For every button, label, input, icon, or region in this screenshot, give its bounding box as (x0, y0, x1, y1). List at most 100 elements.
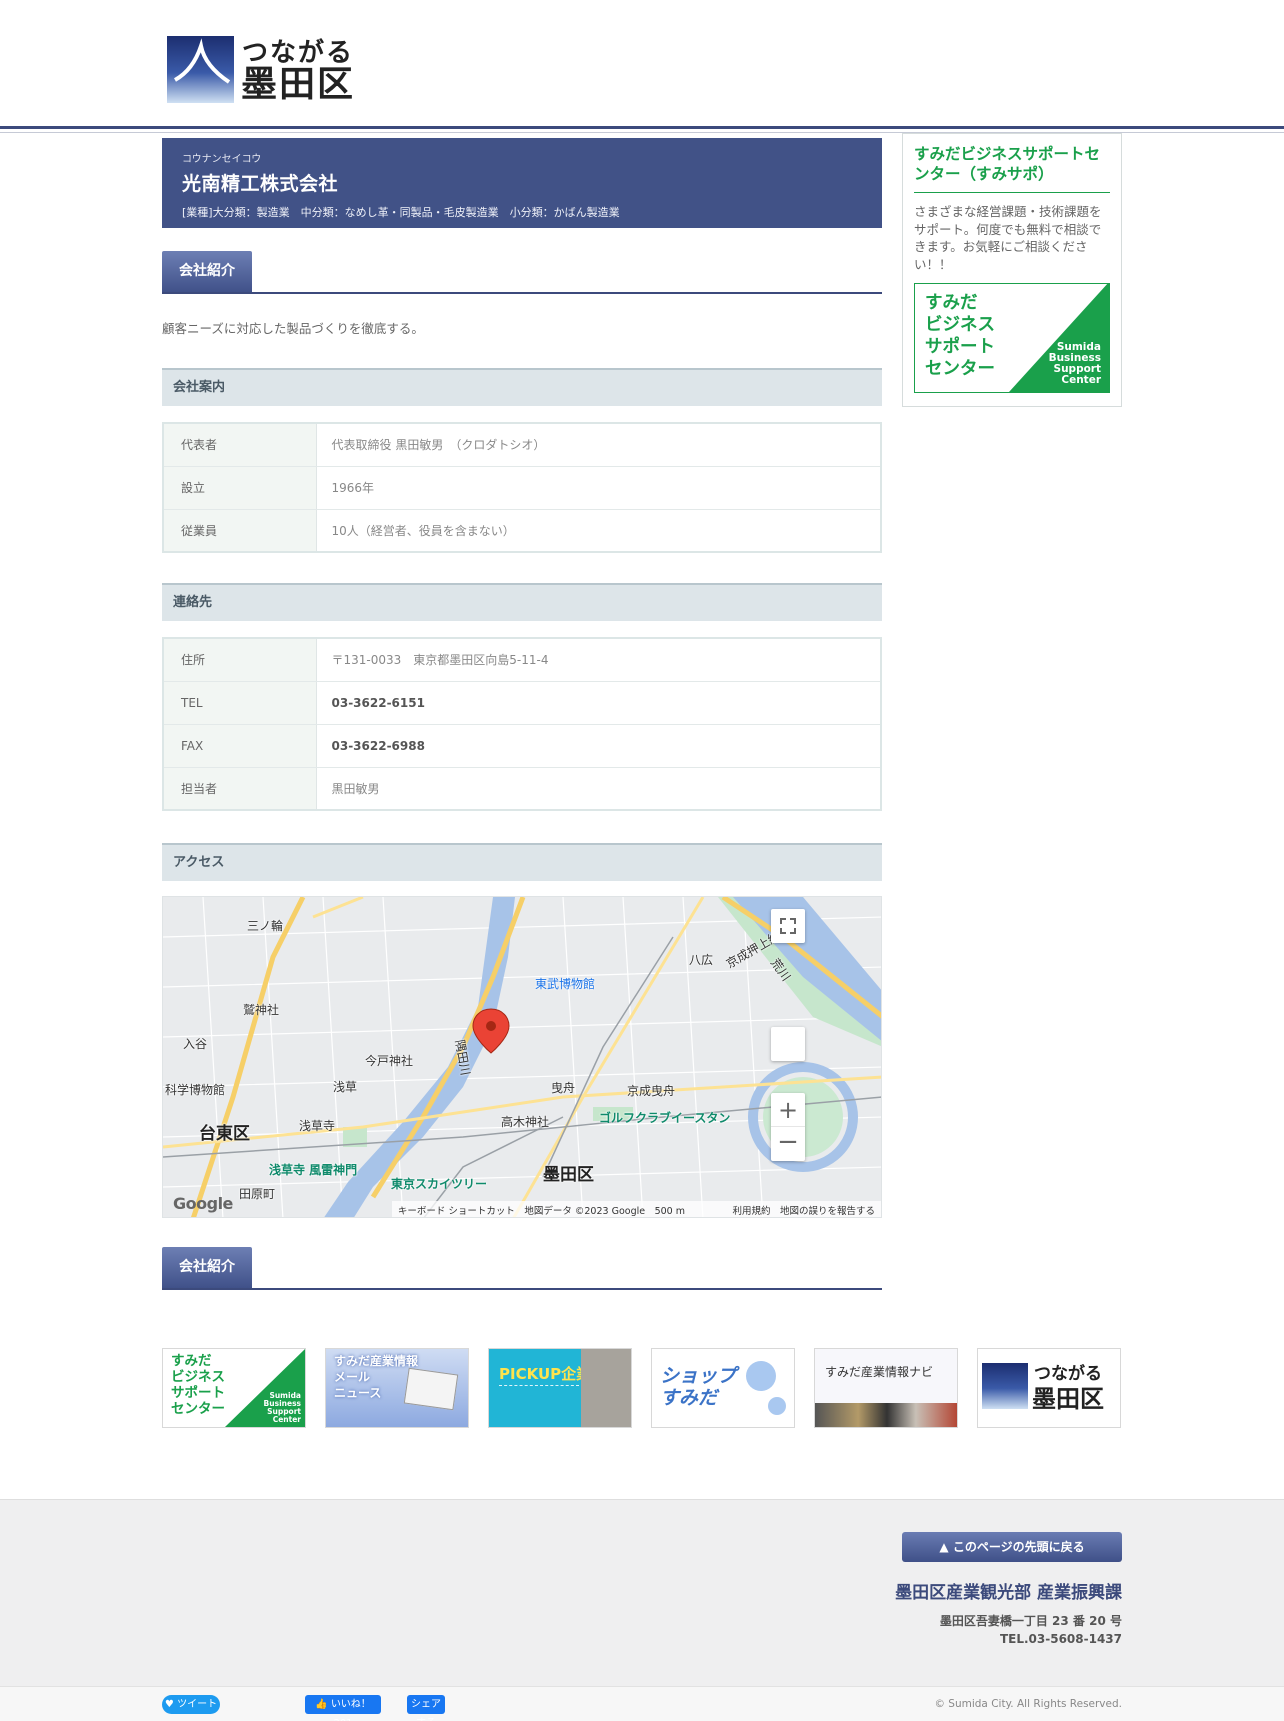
banner-jp-text: すみだ産業情報ナビ (825, 1365, 934, 1379)
fax-value: 03-3622-6988 (316, 724, 881, 768)
map-label-sanno: 三ノ輪 (247, 919, 284, 933)
map-label-hikifune-station: 京成曳舟 (627, 1084, 676, 1098)
page-top-label: このページの先頭に戻る (952, 1540, 1085, 1554)
logo-text-bottom: 墨田区 (241, 63, 356, 105)
intro-tab-header: 会社紹介 (162, 251, 882, 294)
row-label: 従業員 (163, 509, 317, 553)
twitter-icon: ♥ (164, 1699, 174, 1710)
banner-tsunagaru[interactable]: つながる 墨田区 (977, 1348, 1121, 1428)
map-label-imado: 今戸神社 (365, 1054, 414, 1068)
footer-address: 墨田区吾妻橋一丁目 23 番 20 号 (939, 1614, 1122, 1628)
row-label: FAX (163, 724, 317, 768)
banner-description-lines (499, 1385, 579, 1411)
tweet-button[interactable]: ♥ ツイート (162, 1695, 220, 1714)
banner-row: すみだ ビジネス サポート センター Sumida Business Suppo… (162, 1348, 1122, 1428)
zoom-in-button[interactable]: + (771, 1093, 805, 1127)
bottom-intro-tab: 会社紹介 (162, 1247, 252, 1288)
tel-value[interactable]: 03-3622-6151 (316, 681, 881, 725)
access-heading: アクセス (162, 843, 882, 881)
banner-pickup[interactable]: PICKUP企業 (488, 1348, 632, 1428)
row-value: 10人（経営者、役員を含まない） (316, 509, 881, 553)
banner-jp-text-bottom: 墨田区 (1032, 1384, 1104, 1413)
map-label-sumida: 墨田区 (543, 1165, 594, 1185)
share-label: シェアする (411, 1699, 441, 1721)
google-map[interactable]: 台東区 墨田区 東武博物館 今戸神社 浅草寺 浅草 浅草寺 風雷神門 東京スカイ… (162, 896, 882, 1218)
page: つながる 墨田区 コウナンセイコウ 光南精工株式会社 [業種]大分類：製造業 中… (0, 0, 1284, 1721)
table-row: 代表者 代表取締役 黒田敏男 （クロダトシオ） (163, 423, 881, 467)
map-label-senso: 浅草寺 (299, 1119, 336, 1133)
row-value: 1966年 (316, 466, 881, 510)
row-label: 代表者 (163, 423, 317, 467)
banner-en-text: Sumida Business Support Center (263, 1391, 301, 1424)
map-label-koitsu: 鷲神社 (243, 1003, 280, 1017)
like-button[interactable]: 👍 いいね！ 201 (305, 1695, 381, 1721)
fullscreen-icon (780, 918, 796, 934)
map-street-view-button[interactable] (771, 1027, 805, 1061)
table-row: 設立 1966年 (163, 466, 881, 510)
site-header: つながる 墨田区 (0, 0, 1284, 133)
banner-sumisapo[interactable]: すみだ ビジネス サポート センター Sumida Business Suppo… (162, 1348, 306, 1428)
map-label-golf: ゴルフクラブイースタン (599, 1111, 731, 1125)
row-label: TEL (163, 681, 317, 725)
table-row: TEL 03-3622-6151 (163, 681, 881, 725)
banner-mail-news[interactable]: すみだ産業情報 メール ニュース (325, 1348, 469, 1428)
banner-jp-text: すみだ ビジネス サポート センター (171, 1353, 225, 1417)
sidebar: すみだビジネスサポートセンター（すみサポ） さまざまな経営課題・技術課題をサポー… (902, 133, 1122, 407)
company-info-table: 代表者 代表取締役 黒田敏男 （クロダトシオ） 設立 1966年 従業員 10人… (162, 422, 882, 553)
row-label: 住所 (163, 638, 317, 682)
company-kana: コウナンセイコウ (182, 154, 262, 165)
banner-navi[interactable]: すみだ産業情報ナビ (814, 1348, 958, 1428)
bottom-intro-tab-header: 会社紹介 (162, 1247, 882, 1290)
envelope-icon (403, 1367, 459, 1411)
table-row: 従業員 10人（経営者、役員を含まない） (163, 509, 881, 553)
banner-photo-image (581, 1349, 631, 1427)
thumbs-up-icon: 👍 (315, 1699, 328, 1710)
map-label-iriya: 入谷 (183, 1037, 208, 1051)
row-value: 黒田敏男 (316, 767, 881, 811)
address-value: 〒131-0033 東京都墨田区向島5-11-4 (316, 638, 881, 682)
table-row: 担当者 黒田敏男 (163, 767, 881, 811)
banner-en-text: Sumida Business Support Center (1048, 341, 1101, 386)
footer-dept: 墨田区産業観光部 産業振興課 (895, 1583, 1122, 1603)
bubble-graphic (768, 1397, 786, 1415)
map-label-tobu: 東武博物館 (535, 977, 596, 991)
footer-address-block: 墨田区吾妻橋一丁目 23 番 20 号 TEL.03-5608-1437 (940, 1612, 1122, 1648)
footer-tel: TEL.03-5608-1437 (999, 1632, 1122, 1646)
intro-tab: 会社紹介 (162, 251, 252, 292)
page-top-button[interactable]: ▲ このページの先頭に戻る (902, 1532, 1122, 1562)
google-logo: Google (173, 1194, 233, 1213)
like-label: いいね！ 201 (330, 1699, 371, 1721)
contact-heading: 連絡先 (162, 583, 882, 621)
sidebar-sumisapo-banner[interactable]: すみだ ビジネス サポート センター Sumida Business Suppo… (914, 283, 1110, 393)
company-title-box: コウナンセイコウ 光南精工株式会社 [業種]大分類：製造業 中分類：なめし革・同… (162, 138, 882, 228)
row-label: 担当者 (163, 767, 317, 811)
zoom-out-button[interactable]: − (771, 1127, 805, 1161)
company-name: 光南精工株式会社 (182, 173, 339, 195)
banner-shop-sumida[interactable]: ショップ すみだ (651, 1348, 795, 1428)
row-value: 代表取締役 黒田敏男 （クロダトシオ） (316, 423, 881, 467)
company-category: [業種]大分類：製造業 中分類：なめし革・同製品・毛皮製造業 小分類：かばん製造… (182, 206, 620, 219)
tweet-label: ツイート (177, 1699, 218, 1710)
social-bar: ♥ ツイート 👍 いいね！ 201 シェアする © Sumida City. A… (0, 1686, 1284, 1721)
map-label-hikifune: 曳舟 (551, 1081, 576, 1095)
map-fullscreen-button[interactable] (771, 909, 805, 943)
table-row: FAX 03-3622-6988 (163, 724, 881, 768)
banner-jp-text: PICKUP企業 (499, 1365, 592, 1383)
map-zoom-control: + − (771, 1093, 805, 1161)
logo-mark-icon (167, 36, 234, 103)
map-label-skytree: 東京スカイツリー (391, 1177, 488, 1191)
sidebar-heading[interactable]: すみだビジネスサポートセンター（すみサポ） (914, 144, 1110, 193)
share-button[interactable]: シェアする (407, 1695, 445, 1721)
site-footer: ▲ このページの先頭に戻る 墨田区産業観光部 産業振興課 墨田区吾妻橋一丁目 2… (0, 1499, 1284, 1686)
map-label-tawaramachi: 田原町 (239, 1187, 276, 1201)
bubble-graphic (746, 1361, 776, 1391)
map-label-yahiro: 八広 (689, 953, 714, 967)
tsunagaru-logo-mark-icon (982, 1363, 1028, 1409)
row-label: 設立 (163, 466, 317, 510)
site-logo[interactable]: つながる 墨田区 (167, 34, 357, 106)
copyright: © Sumida City. All Rights Reserved. (934, 1698, 1122, 1710)
map-label-kaminarimon: 浅草寺 風雷神門 (269, 1163, 358, 1177)
banner-jp-text: すみだ ビジネス サポート センター (925, 293, 995, 379)
map-attribution[interactable]: キーボード ショートカット 地図データ ©2023 Google 500 m 利… (391, 1201, 881, 1217)
table-row: 住所 〒131-0033 東京都墨田区向島5-11-4 (163, 638, 881, 682)
